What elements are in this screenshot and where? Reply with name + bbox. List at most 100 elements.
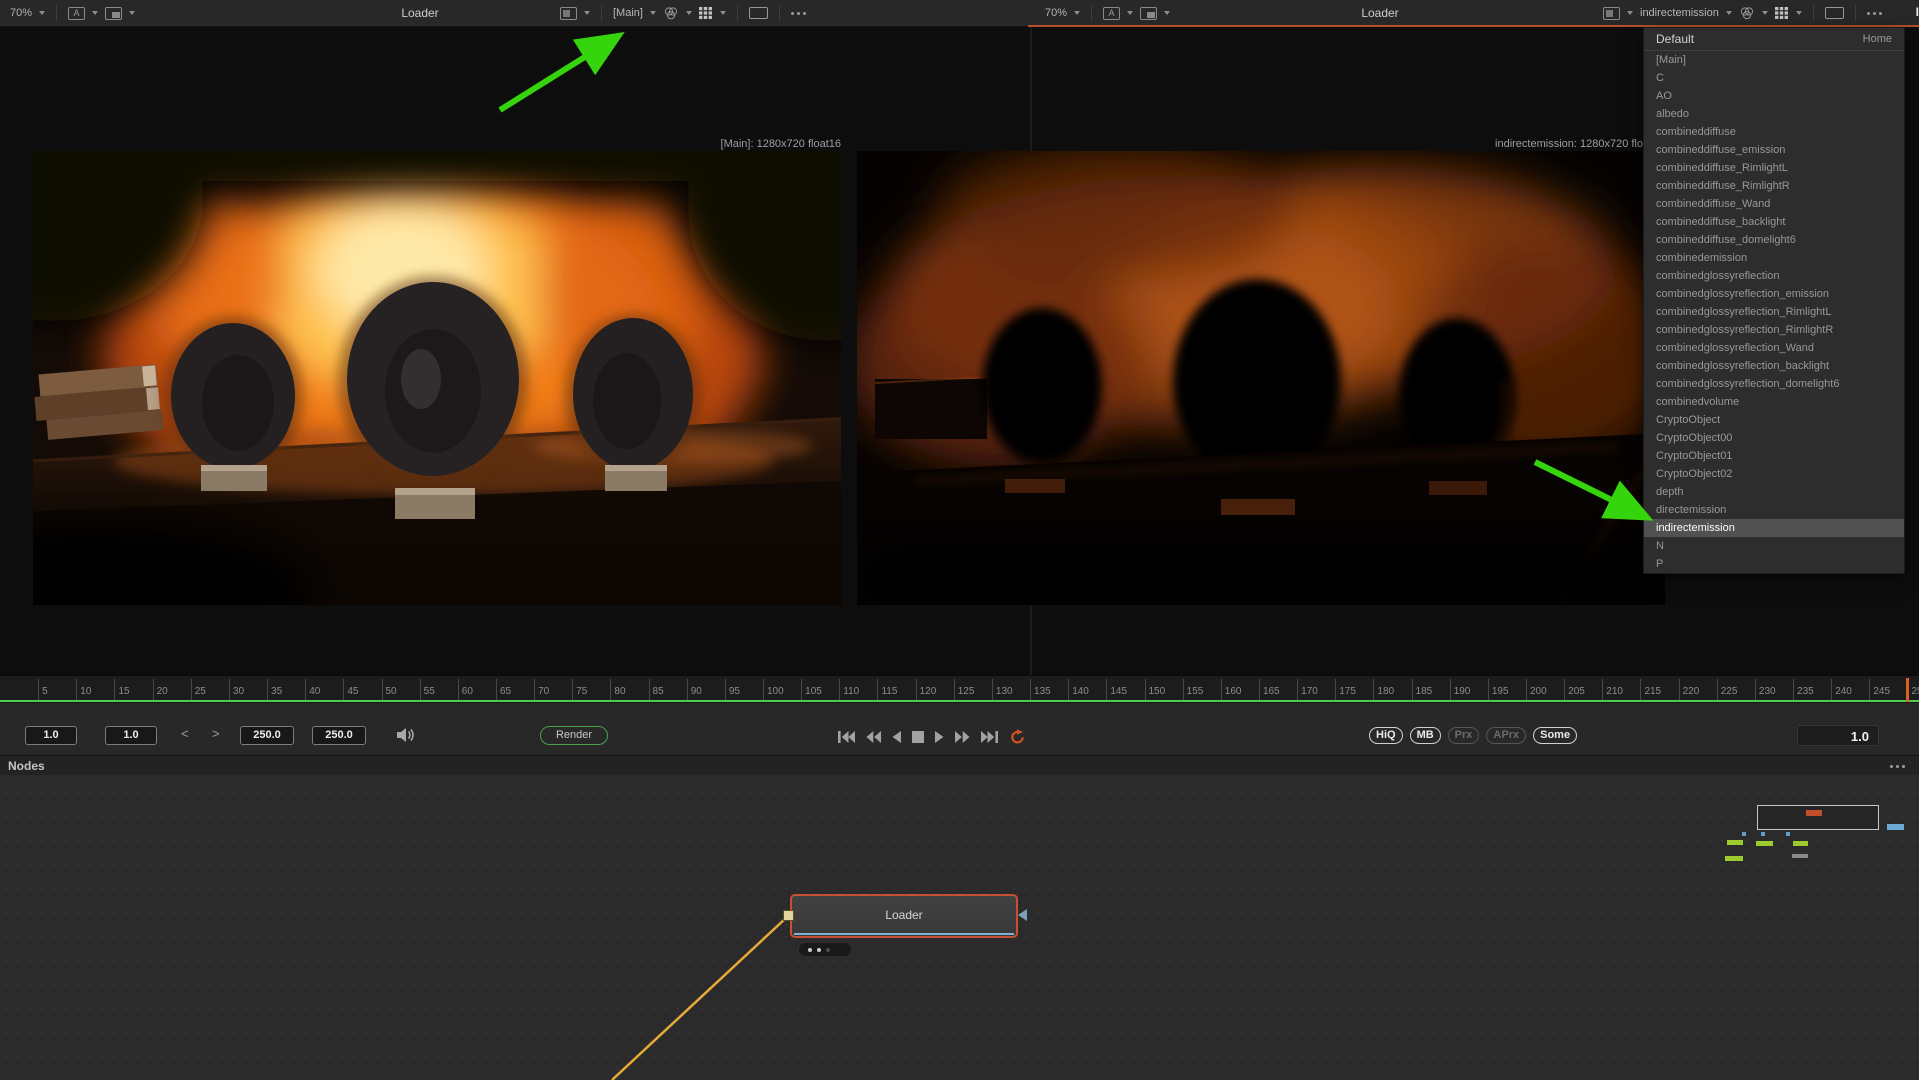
node-output-connector[interactable] xyxy=(1018,909,1027,921)
more-options-icon[interactable] xyxy=(791,12,806,15)
jump-end-button[interactable] xyxy=(981,731,998,743)
channel-menu-item[interactable]: P xyxy=(1644,555,1904,573)
left-viewer-image[interactable] xyxy=(33,151,841,605)
channel-menu-item[interactable]: N xyxy=(1644,537,1904,555)
current-frame-field[interactable]: 1.0 xyxy=(25,726,77,745)
channel-menu-item[interactable]: indirectemission xyxy=(1644,519,1904,537)
chevron-down-icon[interactable] xyxy=(1074,11,1080,15)
ab-buffer-icon[interactable]: A xyxy=(68,7,85,20)
subview-icon[interactable] xyxy=(1140,7,1157,20)
more-options-icon[interactable] xyxy=(1867,12,1882,15)
chevron-down-icon[interactable] xyxy=(1762,11,1768,15)
channel-menu-item[interactable]: combineddiffuse_emission xyxy=(1644,141,1904,159)
roi-rect-icon[interactable] xyxy=(1825,7,1844,19)
render-button[interactable]: Render xyxy=(540,726,608,745)
roi-rect-icon[interactable] xyxy=(749,7,768,19)
lut-grid-icon[interactable] xyxy=(1775,7,1789,19)
chevron-down-icon[interactable] xyxy=(720,11,726,15)
channel-menu-item[interactable]: combinedglossyreflection_backlight xyxy=(1644,357,1904,375)
channel-menu-item[interactable]: C xyxy=(1644,69,1904,87)
view-layout-icon[interactable] xyxy=(1603,7,1620,20)
right-viewer-channel-select[interactable]: indirectemission xyxy=(1640,7,1719,19)
chevron-down-icon[interactable] xyxy=(1127,11,1133,15)
range-start-field[interactable]: 250.0 xyxy=(240,726,294,745)
fast-reverse-button[interactable] xyxy=(866,731,881,743)
chevron-down-icon[interactable] xyxy=(92,11,98,15)
ruler-tick: 120 xyxy=(916,679,937,700)
quality-toggle-some[interactable]: Some xyxy=(1533,727,1577,744)
fast-forward-button[interactable] xyxy=(955,731,970,743)
step-back-button[interactable]: < xyxy=(181,726,189,741)
channel-menu-item[interactable]: albedo xyxy=(1644,105,1904,123)
chevron-down-icon[interactable] xyxy=(584,11,590,15)
view-layout-icon[interactable] xyxy=(560,7,577,20)
loader-node[interactable]: Loader xyxy=(790,894,1018,938)
quality-toggle-aprx[interactable]: APrx xyxy=(1486,727,1526,744)
channel-menu-item[interactable]: combinedglossyreflection_RimlightL xyxy=(1644,303,1904,321)
node-editor[interactable]: Loader xyxy=(0,775,1919,1080)
node-input-connector[interactable] xyxy=(783,910,794,921)
left-viewer-channel-select[interactable]: [Main] xyxy=(613,7,643,19)
right-viewer-image[interactable] xyxy=(857,151,1665,605)
channel-menu-item[interactable]: directemission xyxy=(1644,501,1904,519)
play-button[interactable] xyxy=(935,731,944,743)
chevron-down-icon[interactable] xyxy=(1164,11,1170,15)
color-controls-icon[interactable] xyxy=(663,7,679,20)
channel-menu-home-button[interactable]: Home xyxy=(1863,33,1892,45)
playhead-marker[interactable] xyxy=(1906,678,1909,702)
ruler-tick: 10 xyxy=(76,679,91,700)
channel-menu-item[interactable]: CryptoObject01 xyxy=(1644,447,1904,465)
channel-menu-item[interactable]: depth xyxy=(1644,483,1904,501)
playback-scale-field[interactable]: 1.0 xyxy=(1797,725,1879,746)
channel-menu-item[interactable]: combinedglossyreflection_RimlightR xyxy=(1644,321,1904,339)
minimap-node-green xyxy=(1793,841,1808,846)
lut-grid-icon[interactable] xyxy=(699,7,713,19)
ruler-tick: 145 xyxy=(1106,679,1127,700)
channel-menu-item[interactable]: combineddiffuse_RimlightR xyxy=(1644,177,1904,195)
chevron-down-icon[interactable] xyxy=(686,11,692,15)
range-end-field[interactable]: 250.0 xyxy=(312,726,366,745)
play-reverse-button[interactable] xyxy=(892,731,901,743)
chevron-down-icon[interactable] xyxy=(39,11,45,15)
channel-menu-item[interactable]: combineddiffuse xyxy=(1644,123,1904,141)
channel-menu-item[interactable]: combinedemission xyxy=(1644,249,1904,267)
channel-menu-item[interactable]: CryptoObject00 xyxy=(1644,429,1904,447)
channel-menu-item[interactable]: combinedglossyreflection xyxy=(1644,267,1904,285)
channel-menu-item[interactable]: combineddiffuse_RimlightL xyxy=(1644,159,1904,177)
ruler-tick: 95 xyxy=(725,679,740,700)
channel-menu-item[interactable]: CryptoObject02 xyxy=(1644,465,1904,483)
quality-toggle-mb[interactable]: MB xyxy=(1410,727,1441,744)
ab-buffer-icon[interactable]: A xyxy=(1103,7,1120,20)
chevron-down-icon[interactable] xyxy=(650,11,656,15)
channel-menu-item[interactable]: AO xyxy=(1644,87,1904,105)
chevron-down-icon[interactable] xyxy=(1627,11,1633,15)
step-forward-button[interactable]: > xyxy=(212,726,220,741)
left-viewer-zoom-level[interactable]: 70% xyxy=(10,7,32,19)
chevron-down-icon[interactable] xyxy=(1726,11,1732,15)
channel-menu-item[interactable]: combineddiffuse_backlight xyxy=(1644,213,1904,231)
channel-menu-item[interactable]: combinedvolume xyxy=(1644,393,1904,411)
stop-button[interactable] xyxy=(912,731,924,743)
ruler-tick: 215 xyxy=(1640,679,1661,700)
subview-icon[interactable] xyxy=(105,7,122,20)
timeline-ruler[interactable]: 5101520253035404550556065707580859095100… xyxy=(0,675,1919,700)
minimap-viewport-rect[interactable] xyxy=(1757,805,1879,830)
channel-menu-item[interactable]: combineddiffuse_Wand xyxy=(1644,195,1904,213)
nodes-more-options-icon[interactable] xyxy=(1890,765,1905,768)
channel-menu-item[interactable]: combinedglossyreflection_emission xyxy=(1644,285,1904,303)
quality-toggle-hiq[interactable]: HiQ xyxy=(1369,727,1403,744)
right-viewer-zoom-level[interactable]: 70% xyxy=(1045,7,1067,19)
jump-start-button[interactable] xyxy=(838,731,855,743)
channel-menu-item[interactable]: combineddiffuse_domelight6 xyxy=(1644,231,1904,249)
loop-button[interactable] xyxy=(1009,729,1026,744)
chevron-down-icon[interactable] xyxy=(129,11,135,15)
chevron-down-icon[interactable] xyxy=(1796,11,1802,15)
secondary-frame-field[interactable]: 1.0 xyxy=(105,726,157,745)
color-controls-icon[interactable] xyxy=(1739,7,1755,20)
quality-toggle-prx[interactable]: Prx xyxy=(1448,727,1480,744)
channel-menu-item[interactable]: CryptoObject xyxy=(1644,411,1904,429)
channel-menu-item[interactable]: combinedglossyreflection_domelight6 xyxy=(1644,375,1904,393)
channel-menu-item[interactable]: combinedglossyreflection_Wand xyxy=(1644,339,1904,357)
audio-icon[interactable] xyxy=(396,727,415,748)
channel-menu-item[interactable]: [Main] xyxy=(1644,51,1904,69)
